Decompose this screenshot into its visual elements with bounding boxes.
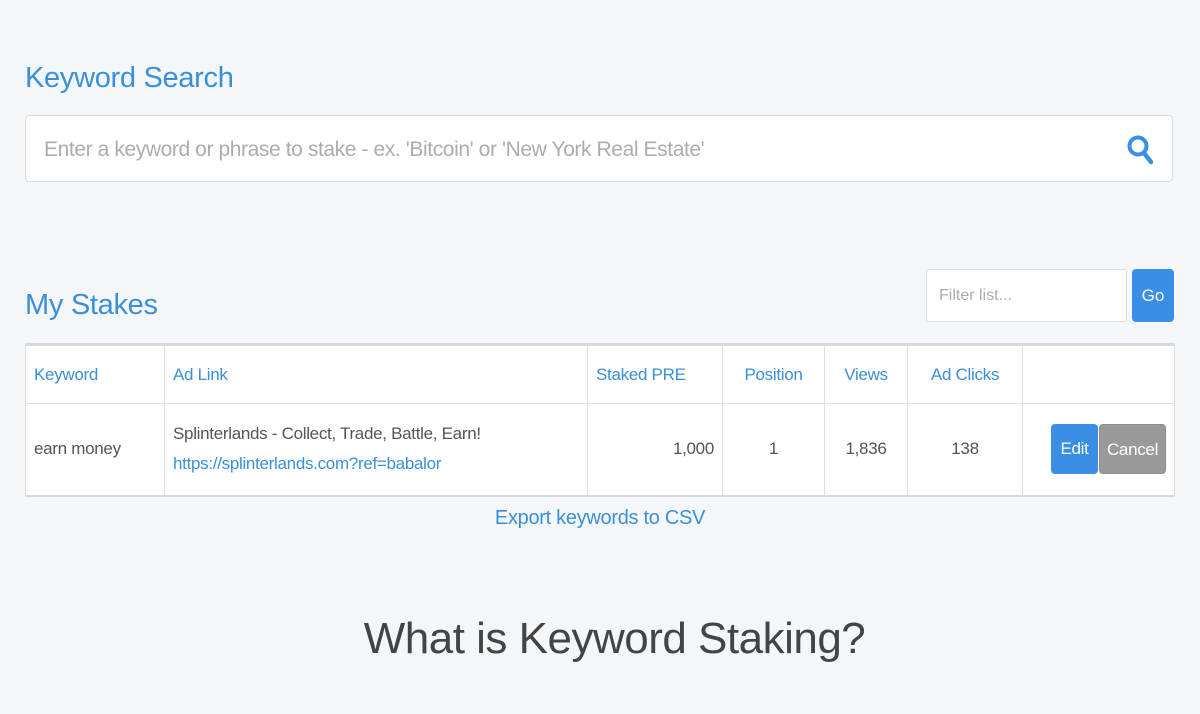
column-header-views: Views xyxy=(824,344,908,404)
table-header-row: Keyword Ad Link Staked PRE Position View… xyxy=(25,344,1175,404)
column-header-ad-clicks: Ad Clicks xyxy=(907,344,1023,404)
ad-title: Splinterlands - Collect, Trade, Battle, … xyxy=(173,424,481,444)
ad-url-link[interactable]: https://splinterlands.com?ref=babalor xyxy=(173,454,579,474)
what-is-keyword-staking-heading: What is Keyword Staking? xyxy=(363,614,866,663)
cell-ad-clicks: 138 xyxy=(907,403,1023,496)
keyword-search-title: Keyword Search xyxy=(25,62,234,94)
cancel-button[interactable]: Cancel xyxy=(1099,424,1166,475)
column-header-actions xyxy=(1022,344,1175,404)
stakes-table: Keyword Ad Link Staked PRE Position View… xyxy=(25,343,1175,497)
search-icon[interactable] xyxy=(1126,134,1154,166)
cell-keyword: earn money xyxy=(25,403,165,496)
cell-staked-pre: 1,000 xyxy=(587,403,723,496)
cell-views: 1,836 xyxy=(824,403,908,496)
edit-button[interactable]: Edit xyxy=(1051,424,1098,475)
cell-actions: Edit Cancel xyxy=(1022,403,1175,496)
column-header-position: Position xyxy=(722,344,825,404)
my-stakes-title: My Stakes xyxy=(25,289,158,321)
keyword-search-input[interactable] xyxy=(42,116,1106,183)
column-header-keyword: Keyword xyxy=(25,344,165,404)
table-row: earn money Splinterlands - Collect, Trad… xyxy=(25,403,1175,496)
export-csv-link[interactable]: Export keywords to CSV xyxy=(0,507,1200,530)
column-header-staked-pre: Staked PRE xyxy=(587,344,723,404)
go-button[interactable]: Go xyxy=(1132,269,1174,322)
filter-list-input[interactable] xyxy=(926,269,1127,322)
keyword-search-box xyxy=(25,115,1173,183)
column-header-ad-link: Ad Link xyxy=(164,344,588,404)
cell-position: 1 xyxy=(722,403,825,496)
cell-ad-link: Splinterlands - Collect, Trade, Battle, … xyxy=(164,403,588,496)
